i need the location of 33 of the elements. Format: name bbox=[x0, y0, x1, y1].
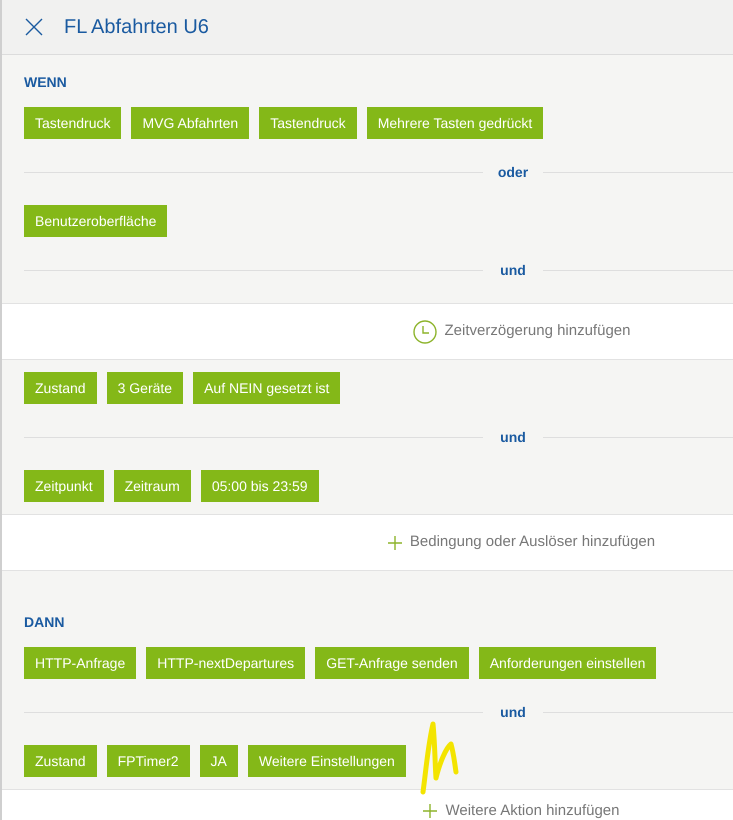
operator-label: und bbox=[499, 702, 527, 722]
condition-chip[interactable]: Zeitraum bbox=[114, 470, 191, 502]
add-action-button[interactable]: Bedingung oder Auslöser hinzufügen bbox=[388, 531, 656, 554]
condition-chip[interactable]: Tastendruck bbox=[259, 107, 357, 139]
condition-chip[interactable]: HTTP-Anfrage bbox=[24, 647, 136, 679]
condition-chip[interactable]: Zeitpunkt bbox=[24, 470, 104, 502]
condition-chip[interactable]: Zustand bbox=[24, 745, 97, 777]
add-action-button[interactable]: Weitere Aktion hinzufügen bbox=[423, 800, 620, 820]
condition-chip[interactable]: 05:00 bis 23:59 bbox=[200, 470, 319, 502]
plus-icon bbox=[423, 804, 438, 818]
add-action-button[interactable]: Zeitverzögerung hinzufügen bbox=[412, 320, 630, 344]
operator-label: oder bbox=[496, 162, 530, 182]
condition-chip[interactable]: Anforderungen einstellen bbox=[478, 647, 656, 679]
condition-chip[interactable]: GET-Anfrage senden bbox=[315, 647, 469, 679]
section-heading: WENN bbox=[23, 73, 68, 92]
operator-label: und bbox=[499, 260, 527, 280]
condition-chip[interactable]: 3 Geräte bbox=[106, 372, 184, 404]
clock-icon bbox=[412, 320, 437, 344]
condition-chip[interactable]: Weitere Einstellungen bbox=[248, 745, 406, 777]
plus-icon bbox=[388, 536, 402, 550]
condition-chip[interactable]: Tastendruck bbox=[24, 107, 122, 139]
operator-label: und bbox=[499, 428, 527, 446]
condition-chip[interactable]: Benutzeroberfläche bbox=[24, 205, 168, 237]
close-button[interactable] bbox=[24, 17, 44, 37]
condition-chip[interactable]: Auf NEIN gesetzt ist bbox=[193, 372, 340, 404]
condition-chip[interactable]: FPTimer2 bbox=[106, 745, 190, 777]
condition-chip[interactable]: Zustand bbox=[24, 372, 97, 404]
section-heading: DANN bbox=[23, 613, 66, 632]
condition-chip[interactable]: JA bbox=[200, 745, 238, 777]
condition-chip[interactable]: MVG Abfahrten bbox=[131, 107, 250, 139]
condition-chip[interactable]: HTTP-nextDepartures bbox=[146, 647, 306, 679]
condition-chip[interactable]: Mehrere Tasten gedrückt bbox=[366, 107, 544, 139]
window-title: FL Abfahrten U6 bbox=[64, 15, 209, 40]
